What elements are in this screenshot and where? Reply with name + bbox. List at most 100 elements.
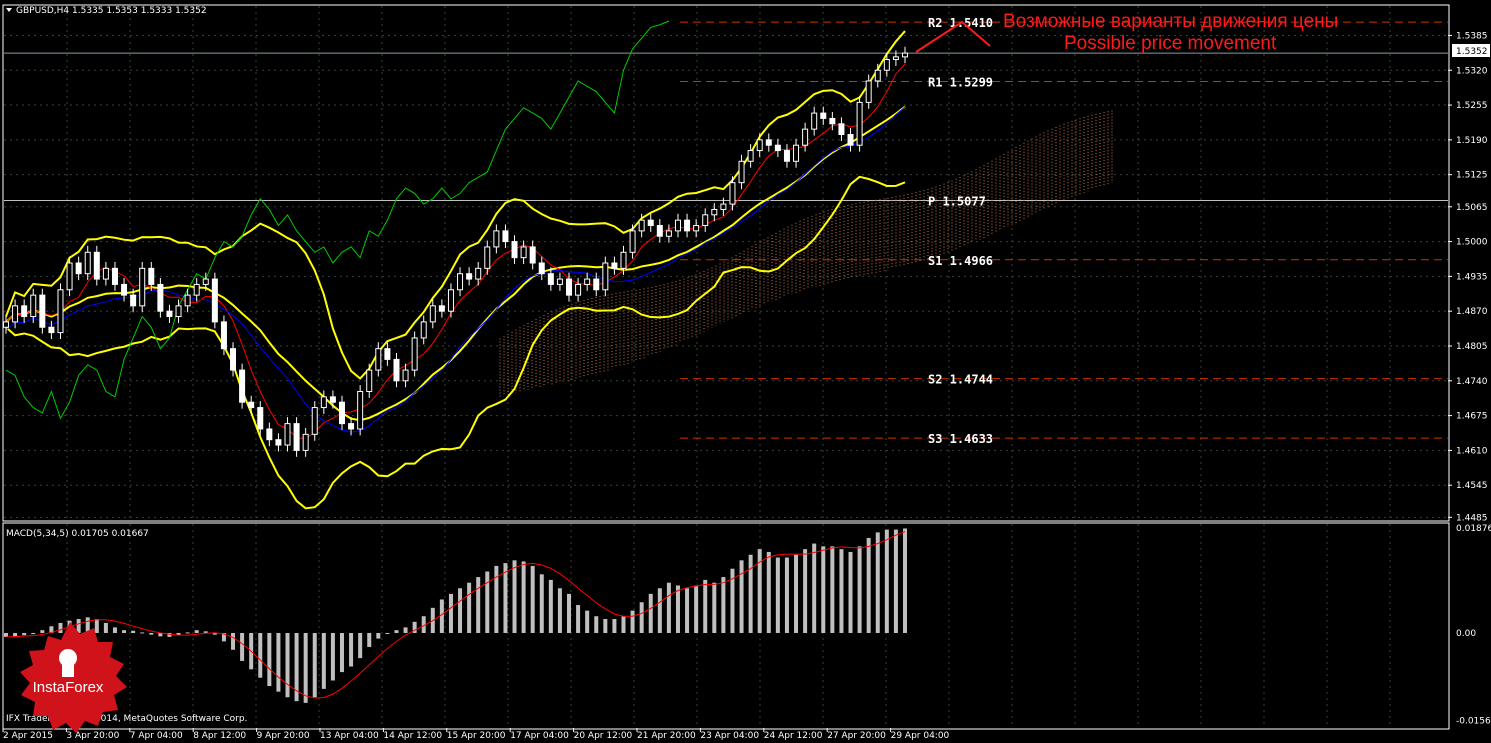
indicator-lines (5, 20, 906, 510)
macd-bar (312, 632, 317, 698)
candle (774, 138, 781, 157)
candle-body (148, 267, 155, 285)
candle-body (629, 230, 636, 253)
macd-bar (875, 532, 880, 633)
price-tick-label: 1.4870 (1456, 307, 1488, 317)
candle-body (293, 423, 300, 451)
candle-body (348, 423, 355, 430)
candle (402, 363, 409, 388)
candle-body (802, 128, 809, 146)
candle-body (248, 401, 255, 409)
candle-body (75, 262, 82, 275)
candle-body (711, 208, 718, 216)
macd-bar (594, 616, 599, 633)
candle-body (774, 144, 781, 152)
candle-body (829, 117, 836, 125)
candle-body (811, 112, 818, 130)
candle-body (502, 230, 509, 243)
price-tick-label: 1.4610 (1456, 446, 1488, 456)
candle (611, 256, 618, 275)
candle-body (202, 278, 209, 285)
candle (157, 277, 164, 318)
candle (21, 299, 28, 323)
macd-bar (639, 602, 644, 633)
macd-tick-label: -0.01565 (1456, 716, 1491, 726)
time-label: 9 Apr 20:00 (257, 731, 310, 741)
macd-bar (803, 549, 808, 633)
macd-bar (367, 632, 372, 647)
candle-body (184, 294, 191, 307)
candle (856, 95, 863, 152)
candle (647, 213, 654, 232)
macd-bar (548, 579, 553, 633)
macd-bar (539, 574, 544, 633)
time-label: 24 Apr 12:00 (764, 731, 823, 741)
candle-body (30, 294, 37, 318)
macd-bar (739, 560, 744, 633)
candle (84, 245, 91, 281)
time-label: 15 Apr 20:00 (447, 731, 506, 741)
macd-bar (376, 632, 381, 639)
macd-bar (675, 585, 680, 633)
candle-body (175, 305, 182, 318)
candle-body (402, 369, 409, 382)
macd-bar (621, 616, 626, 633)
macd-bar (857, 546, 862, 633)
time-label: 17 Apr 04:00 (510, 731, 569, 741)
candle-body (865, 80, 872, 103)
macd-bar (512, 560, 517, 633)
candle-body (111, 267, 118, 285)
candle-body (375, 348, 382, 371)
candle-body (384, 348, 391, 360)
candle (293, 417, 300, 457)
price-tick-label: 1.5320 (1456, 66, 1488, 76)
candle-body (584, 278, 591, 285)
candle-body (602, 262, 609, 291)
candle (338, 395, 345, 431)
candle-body (102, 267, 109, 280)
price-tick-label: 1.5385 (1456, 31, 1488, 41)
macd-bar (630, 610, 635, 633)
last-price-label: 1.5352 (1456, 47, 1488, 57)
macd-bar (830, 546, 835, 633)
candle-body (620, 251, 627, 269)
macd-tick-label: 0.00 (1456, 629, 1476, 639)
main-frame (2, 4, 1450, 522)
candle (820, 106, 827, 125)
candle (239, 363, 246, 409)
macd-bar (458, 588, 463, 633)
pivot-label: S2 1.4744 (928, 373, 993, 387)
macd-bar (521, 561, 526, 633)
candle (656, 219, 663, 243)
candle-body (765, 139, 772, 146)
candle-body (230, 348, 237, 371)
macd-bar (557, 588, 562, 633)
candle-body (556, 278, 563, 285)
candle-body (366, 369, 373, 393)
candle (220, 315, 227, 356)
candle-body (338, 401, 345, 425)
candle (57, 283, 64, 340)
candle (520, 240, 527, 265)
candle-body (547, 273, 554, 285)
candle-body (684, 219, 691, 232)
candle-body (484, 246, 491, 269)
candle (502, 224, 509, 249)
candle (211, 272, 218, 329)
candle-body (193, 283, 200, 296)
macd-bar (339, 632, 344, 673)
macd-bar (903, 528, 907, 633)
macd-bar (748, 554, 753, 633)
candle (584, 272, 591, 291)
macd-bar (448, 593, 453, 633)
candle (538, 256, 545, 281)
time-label: 23 Apr 04:00 (700, 731, 759, 741)
candle-body (856, 101, 863, 146)
macd-bar (303, 632, 308, 703)
instaforex-logo: InstaForex (20, 622, 127, 733)
price-tick-label: 1.5190 (1456, 136, 1488, 146)
chikou-line (5, 20, 670, 420)
candle-body (838, 123, 845, 135)
candle (793, 138, 800, 168)
macd-bar (784, 557, 789, 633)
